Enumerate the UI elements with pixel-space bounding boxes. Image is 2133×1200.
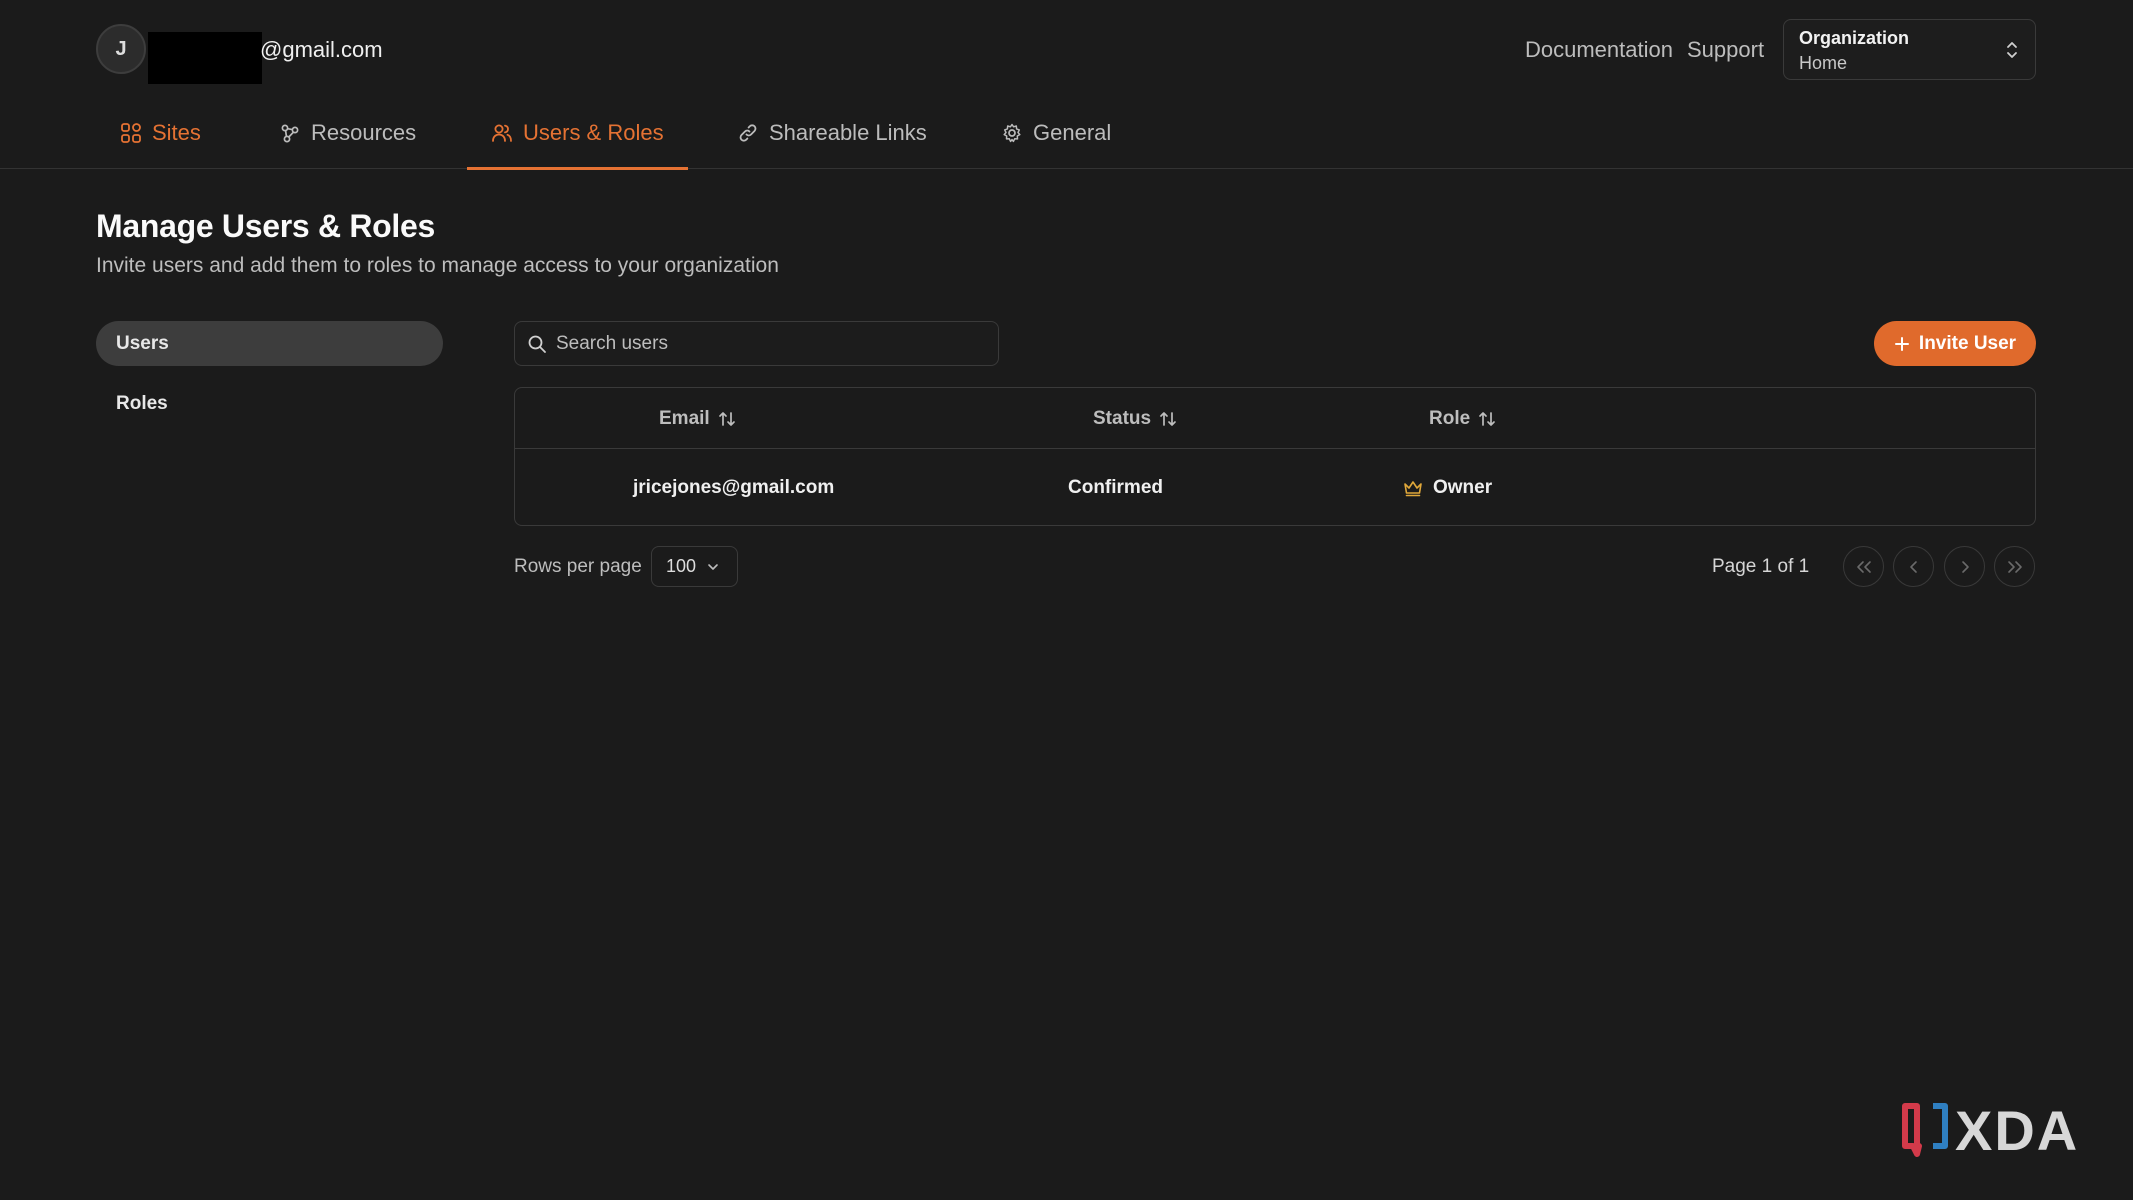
xda-watermark-text: XDA <box>1955 1099 2080 1162</box>
next-page-button[interactable] <box>1944 546 1985 587</box>
column-header-role[interactable]: Role <box>1429 388 1496 449</box>
tab-sites[interactable]: Sites <box>96 98 225 168</box>
page-subtitle: Invite users and add them to roles to ma… <box>96 254 779 277</box>
organization-label: Organization <box>1799 28 1910 48</box>
role-label: Owner <box>1433 477 1493 498</box>
documentation-link[interactable]: Documentation <box>1525 36 1673 64</box>
search-input[interactable] <box>556 322 986 365</box>
main-tabs: Sites Resources Users & Roles Shareable … <box>0 98 2133 170</box>
column-header-label: Status <box>1093 407 1152 429</box>
column-header-status[interactable]: Status <box>1093 388 1177 449</box>
cell-role: Owner <box>1403 450 1493 525</box>
sidenav-item-roles[interactable]: Roles <box>96 381 443 426</box>
tab-general[interactable]: General <box>977 98 1135 168</box>
account-email: @gmail.com <box>260 37 383 62</box>
sort-icon <box>1159 410 1177 428</box>
search-box <box>514 321 999 366</box>
chevron-right-icon <box>1958 560 1972 574</box>
previous-page-button[interactable] <box>1893 546 1934 587</box>
sidenav-item-label: Roles <box>116 392 168 414</box>
sort-icon <box>718 410 736 428</box>
column-header-label: Role <box>1429 407 1471 429</box>
crown-icon <box>1403 479 1423 497</box>
chevrons-left-icon <box>1855 560 1873 574</box>
users-table: Email Status Role jricejones@gmail.com C… <box>514 387 2036 526</box>
tab-label: Users & Roles <box>523 120 664 145</box>
sidenav-item-label: Users <box>116 332 169 354</box>
tab-label: Resources <box>311 120 417 145</box>
gear-icon <box>1001 122 1023 144</box>
chevron-left-icon <box>1907 560 1921 574</box>
tab-resources[interactable]: Resources <box>255 98 440 168</box>
tab-shareable-links[interactable]: Shareable Links <box>713 98 951 168</box>
invite-user-label: Invite User <box>1918 332 2017 354</box>
tab-users-and-roles[interactable]: Users & Roles <box>467 98 688 170</box>
sites-icon <box>120 122 142 144</box>
organization-selector[interactable]: Organization Home <box>1783 19 2036 80</box>
avatar[interactable]: J <box>96 24 146 74</box>
support-link[interactable]: Support <box>1687 36 1764 64</box>
xda-watermark: XDA <box>1901 1102 2079 1160</box>
rows-per-page-label: Rows per page <box>514 556 642 577</box>
organization-value: Home <box>1799 53 1848 73</box>
tab-label: Shareable Links <box>769 120 927 145</box>
last-page-button[interactable] <box>1994 546 2035 587</box>
page-info: Page 1 of 1 <box>1712 556 1810 577</box>
table-header: Email Status Role <box>515 388 2035 449</box>
column-header-label: Email <box>659 407 710 429</box>
tab-label: General <box>1033 120 1112 145</box>
rows-per-page-select[interactable]: 100 <box>651 546 738 587</box>
first-page-button[interactable] <box>1843 546 1884 587</box>
users-icon <box>491 122 513 144</box>
rows-per-page-value: 100 <box>666 556 697 576</box>
top-bar: J @gmail.com Documentation Support Organ… <box>0 0 2133 98</box>
chevrons-right-icon <box>2006 560 2024 574</box>
resources-icon <box>279 122 301 144</box>
table-row[interactable]: jricejones@gmail.com Confirmed Owner <box>515 450 2035 525</box>
link-icon <box>737 122 759 144</box>
redacted-email-block <box>148 32 262 84</box>
tab-label: Sites <box>152 120 201 145</box>
invite-user-button[interactable]: Invite User <box>1874 321 2036 366</box>
sidenav-item-users[interactable]: Users <box>96 321 443 366</box>
sort-icon <box>1478 410 1496 428</box>
cell-email: jricejones@gmail.com <box>633 477 835 498</box>
cell-status: Confirmed <box>1068 477 1163 498</box>
search-icon <box>527 334 547 354</box>
column-header-email[interactable]: Email <box>659 388 736 449</box>
page-title: Manage Users & Roles <box>96 208 436 244</box>
xda-logo-icon <box>1901 1102 1951 1160</box>
chevron-down-icon <box>706 560 720 574</box>
chevrons-up-down-icon <box>2005 39 2019 61</box>
plus-icon <box>1894 336 1910 352</box>
